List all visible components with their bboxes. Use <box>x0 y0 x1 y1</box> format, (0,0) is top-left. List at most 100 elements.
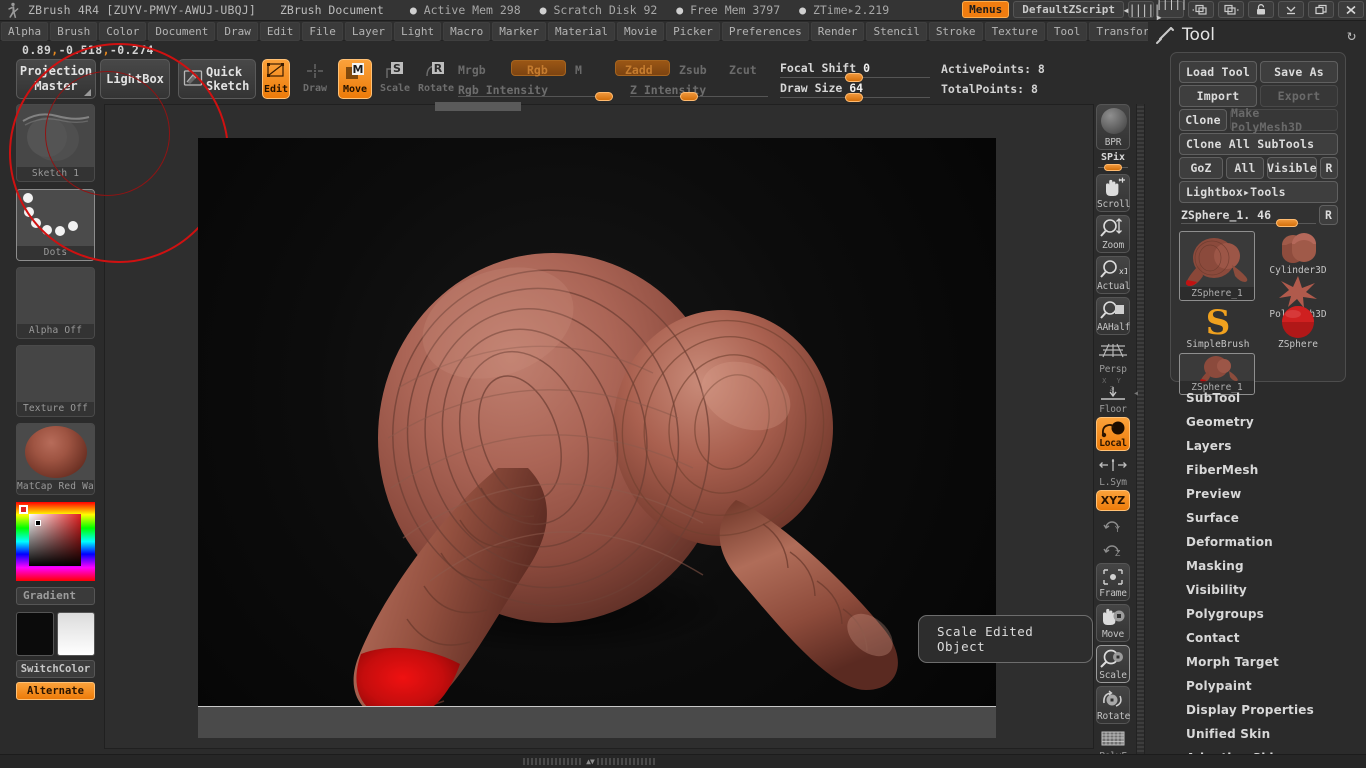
edit-button[interactable]: Edit <box>262 59 290 99</box>
load-tool-button[interactable]: Load Tool <box>1179 61 1257 83</box>
tool-section-unified-skin[interactable]: Unified Skin <box>1148 722 1366 746</box>
document-area[interactable]: Scale Edited Object <box>9 43 1094 749</box>
scale-button[interactable]: S Scale <box>378 59 412 99</box>
menu-item-tool[interactable]: Tool <box>1046 21 1088 41</box>
m-toggle[interactable]: M <box>575 63 582 77</box>
menu-item-macro[interactable]: Macro <box>443 21 491 41</box>
tool-section-layers[interactable]: Layers <box>1148 434 1366 458</box>
menu-item-preferences[interactable]: Preferences <box>721 21 809 41</box>
draw-button[interactable]: Draw <box>298 59 332 99</box>
rotate-button[interactable]: R Rotate <box>418 59 454 99</box>
clone-button[interactable]: Clone <box>1179 109 1227 131</box>
restore-icon[interactable] <box>1308 1 1334 18</box>
persp-button[interactable]: Persp <box>1096 338 1130 376</box>
rotate-y-button[interactable]: Y <box>1096 514 1130 536</box>
alpha-slot[interactable]: Alpha Off <box>16 267 95 339</box>
zadd-toggle[interactable]: Zadd <box>625 63 653 77</box>
bottom-grip[interactable]: ▲▼ <box>515 757 665 766</box>
all-button[interactable]: All <box>1226 157 1264 179</box>
menu-item-stencil[interactable]: Stencil <box>866 21 927 41</box>
tool-thumb-zsphere[interactable]: ZSphere <box>1259 305 1337 351</box>
menu-item-movie[interactable]: Movie <box>616 21 665 41</box>
lightbox-tools-button[interactable]: Lightbox▸Tools <box>1179 181 1338 203</box>
main-color-swatch[interactable] <box>16 612 54 656</box>
scroll-button[interactable]: Scroll <box>1096 174 1130 212</box>
frame-button[interactable]: Frame <box>1096 563 1130 601</box>
rgb-toggle[interactable]: Rgb <box>527 63 548 77</box>
tool-section-polygroups[interactable]: Polygroups <box>1148 602 1366 626</box>
alternate-button[interactable]: Alternate <box>16 682 95 700</box>
import-button[interactable]: Import <box>1179 85 1257 107</box>
rgb-intensity-label[interactable]: Rgb Intensity <box>458 83 548 97</box>
prev-layout-icon[interactable] <box>1188 1 1214 18</box>
tool-thumb-cylinder3d[interactable]: Cylinder3D <box>1259 231 1337 277</box>
document-scroll-thumb[interactable] <box>435 102 521 111</box>
tool-thumb-zsphere1[interactable]: ZSphere_1 <box>1179 231 1255 301</box>
clone-all-subtools-button[interactable]: Clone All SubTools <box>1179 133 1338 155</box>
zscript-button[interactable]: DefaultZScript <box>1013 1 1124 18</box>
secondary-color-swatch[interactable] <box>57 612 95 656</box>
tool-section-preview[interactable]: Preview <box>1148 482 1366 506</box>
prev-scripts-icon[interactable]: ◂||||| <box>1122 1 1161 18</box>
menu-item-file[interactable]: File <box>302 21 343 41</box>
rotate-z-button[interactable]: Z <box>1096 538 1130 560</box>
divider-collapse-icon[interactable]: ◂ <box>1133 388 1139 399</box>
bpr-button[interactable]: BPR <box>1096 104 1130 150</box>
spix-knob[interactable] <box>1104 164 1122 171</box>
tool-section-deformation[interactable]: Deformation <box>1148 530 1366 554</box>
rotate-shelf-button[interactable]: Rotate <box>1096 686 1130 724</box>
tool-section-morph-target[interactable]: Morph Target <box>1148 650 1366 674</box>
menu-item-render[interactable]: Render <box>810 21 865 41</box>
switchcolor-button[interactable]: SwitchColor <box>16 660 95 678</box>
move-button[interactable]: M Move <box>338 59 372 99</box>
menu-item-color[interactable]: Color <box>99 21 147 41</box>
actual-button[interactable]: x1 Actual <box>1096 256 1130 294</box>
tool-section-geometry[interactable]: Geometry <box>1148 410 1366 434</box>
rgb-intensity-knob[interactable] <box>595 92 613 101</box>
lock-icon[interactable] <box>1248 1 1274 18</box>
zsub-toggle[interactable]: Zsub <box>679 63 707 77</box>
texture-slot[interactable]: Texture Off <box>16 345 95 417</box>
menu-item-marker[interactable]: Marker <box>492 21 546 41</box>
z-intensity-track[interactable] <box>630 96 768 97</box>
menus-button[interactable]: Menus <box>962 1 1010 18</box>
local-button[interactable]: Local <box>1096 417 1130 451</box>
floor-button[interactable]: X Y Z Floor <box>1096 376 1130 416</box>
next-scripts-icon[interactable]: |||||▸ <box>1155 0 1187 24</box>
draw-size-knob[interactable] <box>845 93 863 102</box>
menu-item-alpha[interactable]: Alpha <box>1 21 49 41</box>
tool-name-knob[interactable] <box>1276 219 1298 227</box>
zcut-toggle[interactable]: Zcut <box>729 63 757 77</box>
tool-section-display-properties[interactable]: Display Properties <box>1148 698 1366 722</box>
tool-section-masking[interactable]: Masking <box>1148 554 1366 578</box>
gradient-button[interactable]: Gradient <box>16 587 95 605</box>
goz-button[interactable]: GoZ <box>1179 157 1223 179</box>
material-slot[interactable]: MatCap Red Wa <box>16 423 95 495</box>
zoom-button[interactable]: Zoom <box>1096 215 1130 253</box>
tool-section-contact[interactable]: Contact <box>1148 626 1366 650</box>
z-intensity-knob[interactable] <box>680 92 698 101</box>
tool-section-polypaint[interactable]: Polypaint <box>1148 674 1366 698</box>
xyz-button[interactable]: XYZ <box>1096 490 1130 511</box>
move-shelf-button[interactable]: Move <box>1096 604 1130 642</box>
tool-section-subtool[interactable]: SubTool <box>1148 386 1366 410</box>
tool-thumb-simplebrush[interactable]: S SimpleBrush <box>1179 305 1257 351</box>
menu-item-draw[interactable]: Draw <box>217 21 258 41</box>
color-picker[interactable] <box>16 502 95 581</box>
mrgb-toggle[interactable]: Mrgb <box>458 63 486 77</box>
scale-shelf-button[interactable]: Scale <box>1096 645 1130 683</box>
tool-name-label[interactable]: ZSphere_1. 46 <box>1181 208 1271 222</box>
tool-section-fibermesh[interactable]: FiberMesh <box>1148 458 1366 482</box>
lsym-button[interactable]: L.Sym <box>1096 453 1130 489</box>
menu-item-texture[interactable]: Texture <box>984 21 1045 41</box>
next-layout-icon[interactable] <box>1218 1 1244 18</box>
menu-item-light[interactable]: Light <box>393 21 442 41</box>
menu-item-document[interactable]: Document <box>148 21 216 41</box>
visible-button[interactable]: Visible <box>1267 157 1317 179</box>
menu-item-stroke[interactable]: Stroke <box>928 21 983 41</box>
rgb-intensity-track[interactable] <box>458 96 613 97</box>
tool-r-button[interactable]: R <box>1319 205 1338 225</box>
tool-section-surface[interactable]: Surface <box>1148 506 1366 530</box>
refresh-icon[interactable]: ↻ <box>1347 26 1356 44</box>
save-as-button[interactable]: Save As <box>1260 61 1338 83</box>
